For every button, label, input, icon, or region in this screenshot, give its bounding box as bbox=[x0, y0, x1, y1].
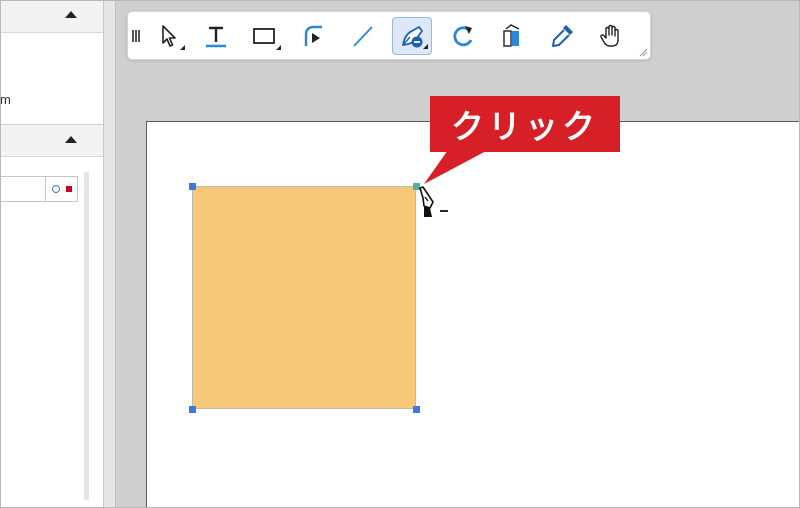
orange-rectangle-shape[interactable] bbox=[192, 186, 416, 409]
anchor-point-bottom-right[interactable] bbox=[413, 406, 420, 413]
select-tool-button[interactable] bbox=[148, 17, 188, 55]
text-icon bbox=[206, 26, 226, 48]
panel-scrollbar[interactable] bbox=[84, 172, 89, 500]
eyedropper-icon bbox=[552, 25, 573, 47]
rectangle-tool-button[interactable] bbox=[244, 17, 284, 55]
submenu-indicator-icon bbox=[180, 45, 185, 50]
collapse-up-icon[interactable] bbox=[65, 11, 77, 18]
panel-section-header-top[interactable] bbox=[0, 0, 103, 33]
properties-panel: m bbox=[0, 0, 104, 508]
gradient-icon bbox=[503, 24, 520, 47]
collapse-up-icon[interactable] bbox=[65, 136, 77, 143]
rotate-icon bbox=[453, 26, 473, 47]
rotate-tool-button[interactable] bbox=[443, 17, 483, 55]
pen-minus-cursor-icon bbox=[419, 186, 448, 217]
text-tool-button[interactable] bbox=[196, 17, 236, 55]
hand-tool-button[interactable] bbox=[591, 17, 631, 55]
stroke-color-swatch-icon[interactable] bbox=[66, 186, 72, 192]
panel-divider[interactable] bbox=[104, 0, 116, 508]
arrow-cursor-icon bbox=[162, 25, 176, 47]
gradient-tool-button[interactable] bbox=[492, 17, 532, 55]
eyedropper-tool-button[interactable] bbox=[542, 17, 582, 55]
rectangle-icon bbox=[253, 28, 275, 44]
anchor-point-top-left[interactable] bbox=[189, 183, 196, 190]
row-divider bbox=[45, 177, 46, 201]
stroke-ring-icon[interactable] bbox=[52, 185, 60, 193]
pen-tool-button[interactable] bbox=[392, 17, 432, 55]
unit-label: m bbox=[0, 92, 11, 107]
click-callout: クリック bbox=[430, 96, 620, 152]
hand-icon bbox=[600, 24, 619, 47]
rounded-corner-icon bbox=[304, 25, 322, 46]
tool-palette bbox=[127, 11, 651, 60]
resize-grip-icon[interactable] bbox=[638, 47, 648, 57]
line-tool-button[interactable] bbox=[343, 17, 383, 55]
submenu-indicator-icon bbox=[276, 45, 281, 50]
panel-section-header-stroke[interactable] bbox=[0, 124, 103, 157]
line-icon bbox=[353, 26, 373, 47]
anchor-point-bottom-left[interactable] bbox=[189, 406, 196, 413]
toolbar-grip-icon[interactable] bbox=[132, 30, 141, 42]
corner-tool-button[interactable] bbox=[294, 17, 334, 55]
submenu-indicator-icon bbox=[423, 44, 428, 49]
stroke-row[interactable] bbox=[0, 176, 78, 202]
